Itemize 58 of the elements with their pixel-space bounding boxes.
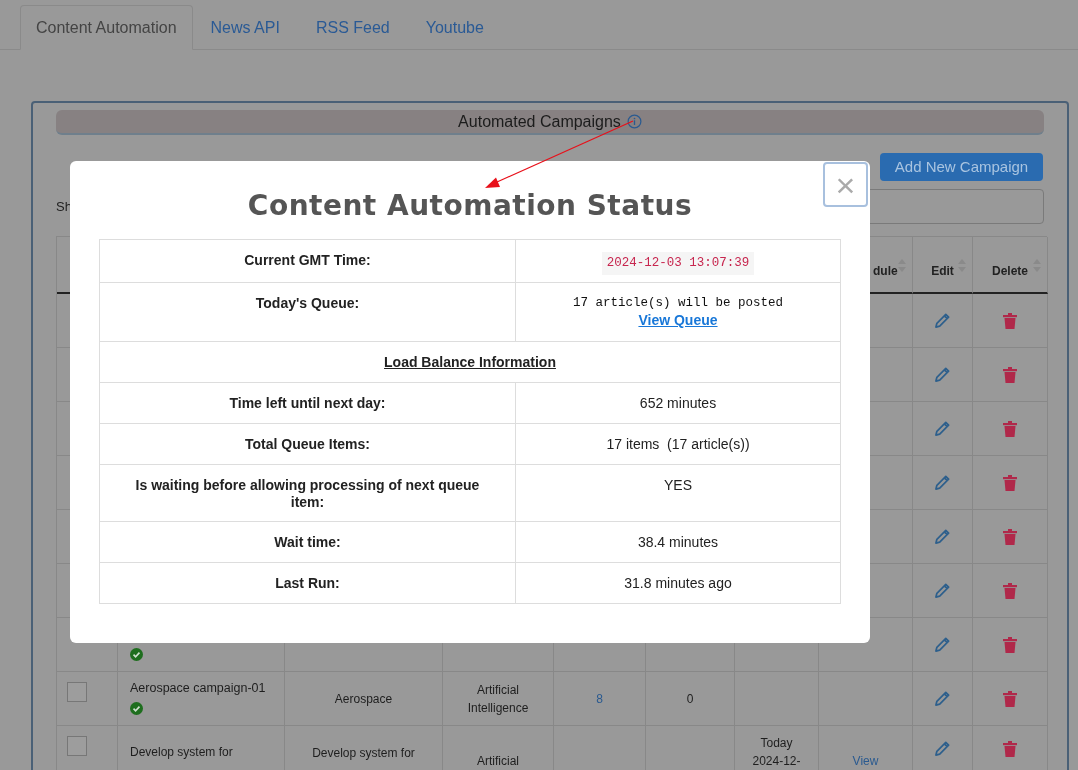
add-campaign-button[interactable]: Add New Campaign	[880, 153, 1043, 181]
status-label: Is waiting before allowing processing of next queue item:	[134, 477, 481, 511]
table-cell: Artificial Intelligence	[443, 672, 554, 726]
edit-icon[interactable]	[935, 741, 950, 756]
edit-icon[interactable]	[935, 583, 950, 598]
table-cell: Aerospace	[285, 672, 443, 726]
status-value: 31.8 minutes ago	[624, 575, 732, 592]
table-cell: 0	[646, 672, 735, 726]
delete-icon[interactable]	[1003, 312, 1017, 329]
status-value: 17 items (17 article(s))	[606, 436, 750, 453]
checkbox[interactable]	[67, 682, 87, 702]
articles-link[interactable]: 8	[596, 689, 603, 708]
delete-icon[interactable]	[1003, 740, 1017, 757]
status-label: Today's Queue:	[255, 295, 360, 312]
view-queue-link[interactable]: View Queue	[638, 312, 718, 329]
panel-title: Automated Campaigns	[458, 111, 621, 132]
tab[interactable]: RSS Feed	[297, 5, 408, 50]
edit-icon[interactable]	[935, 475, 950, 490]
tab[interactable]: Content Automation	[20, 5, 193, 50]
campaign-name: Aerospace campaign-01	[130, 680, 267, 698]
status-label: Current GMT Time:	[244, 252, 371, 269]
delete-icon[interactable]	[1003, 366, 1017, 383]
status-value: YES	[664, 477, 692, 494]
status-label: Time left until next day:	[229, 395, 386, 412]
status-value: 652 minutes	[639, 395, 717, 412]
view-link[interactable]: View	[852, 752, 879, 770]
campaign-name: Develop system for	[130, 744, 234, 761]
edit-icon[interactable]	[935, 529, 950, 544]
modal-title: Content Automation Status	[247, 188, 693, 224]
delete-icon[interactable]	[1003, 690, 1017, 707]
checkbox[interactable]	[67, 736, 87, 756]
tab[interactable]: Youtube	[407, 5, 502, 50]
table-cell: Artificial	[443, 726, 554, 770]
gmt-time: 2024-12-03 13:07:39	[601, 252, 755, 275]
delete-icon[interactable]	[1003, 474, 1017, 491]
column-header[interactable]: dule	[873, 262, 898, 280]
edit-icon[interactable]	[935, 367, 950, 382]
edit-icon[interactable]	[935, 421, 950, 436]
edit-icon[interactable]	[935, 691, 950, 706]
delete-icon[interactable]	[1003, 636, 1017, 653]
edit-icon[interactable]	[935, 313, 950, 328]
delete-icon[interactable]	[1003, 528, 1017, 545]
info-icon[interactable]	[626, 114, 642, 129]
column-header[interactable]: Delete	[992, 262, 1028, 280]
table-cell: Today 2024-12-	[735, 726, 819, 770]
status-label: Wait time:	[274, 534, 341, 551]
table-cell: Develop system for	[285, 726, 443, 770]
status-label: Total Queue Items:	[245, 436, 370, 453]
edit-icon[interactable]	[935, 637, 950, 652]
status-value: 38.4 minutes	[637, 534, 719, 551]
delete-icon[interactable]	[1003, 420, 1017, 437]
status-label: Last Run:	[275, 575, 340, 592]
delete-icon[interactable]	[1003, 582, 1017, 599]
section-heading: Load Balance Information	[383, 352, 557, 372]
close-button[interactable]: ×	[823, 162, 868, 207]
column-header[interactable]: Edit	[931, 262, 954, 280]
queue-text: 17 article(s) will be posted	[572, 295, 783, 312]
tab[interactable]: News API	[192, 5, 298, 50]
